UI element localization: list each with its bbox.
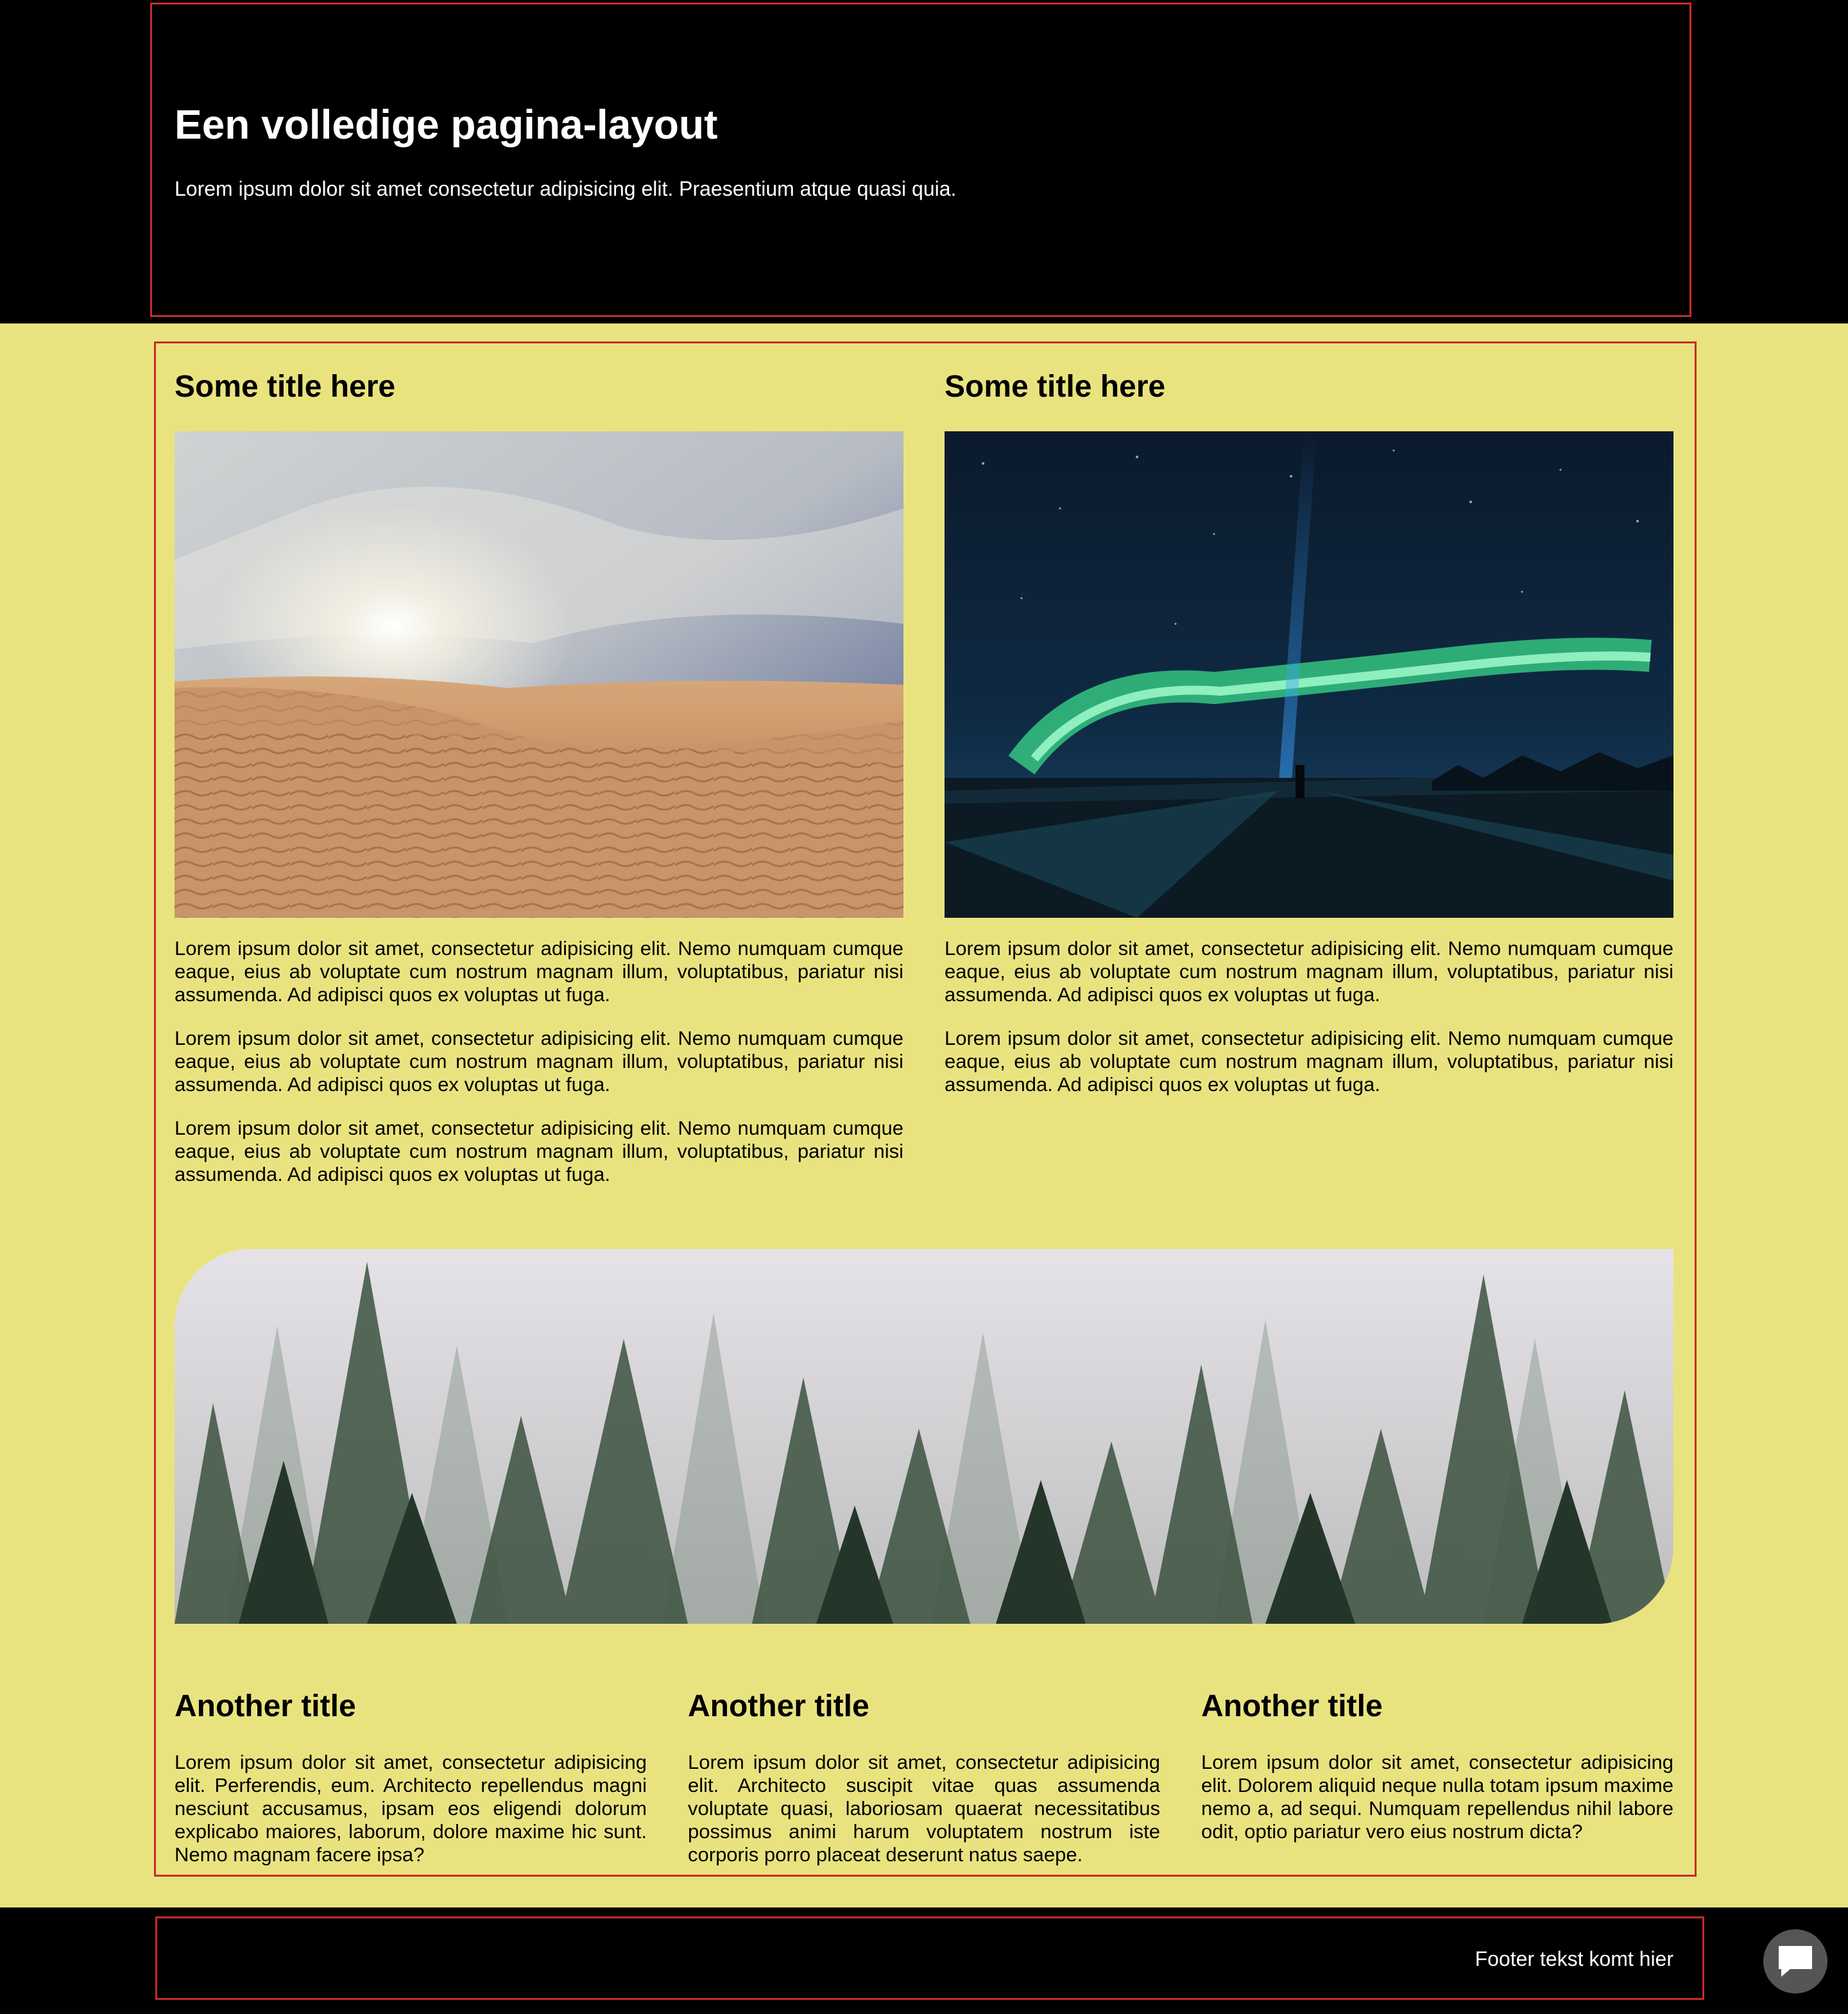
chat-bubble-icon — [1779, 1946, 1812, 1977]
card-title: Another title — [688, 1689, 869, 1723]
page-subtitle: Lorem ipsum dolor sit amet consectetur a… — [175, 177, 957, 200]
header-outline — [150, 3, 1691, 317]
page-header: Een volledige pagina-layout Lorem ipsum … — [0, 0, 1848, 323]
aurora-night-photo — [945, 431, 1673, 918]
card-title: Another title — [175, 1689, 356, 1723]
column-title: Some title here — [945, 370, 1166, 404]
column-paragraph: Lorem ipsum dolor sit amet, consectetur … — [175, 1027, 903, 1096]
page-title: Een volledige pagina-layout — [175, 101, 718, 148]
footer-outline — [155, 1916, 1704, 2000]
card-title: Another title — [1201, 1689, 1383, 1723]
column-title: Some title here — [175, 370, 396, 404]
card-text: Lorem ipsum dolor sit amet, consectetur … — [1201, 1751, 1673, 1843]
misty-forest-photo — [175, 1249, 1673, 1624]
column-paragraph: Lorem ipsum dolor sit amet, consectetur … — [175, 1117, 903, 1185]
desert-dunes-photo — [175, 431, 903, 918]
column-paragraph: Lorem ipsum dolor sit amet, consectetur … — [175, 937, 903, 1006]
chat-button[interactable] — [1763, 1929, 1827, 1993]
column-paragraph: Lorem ipsum dolor sit amet, consectetur … — [945, 937, 1673, 1006]
column-paragraph: Lorem ipsum dolor sit amet, consectetur … — [945, 1027, 1673, 1096]
card-text: Lorem ipsum dolor sit amet, consectetur … — [175, 1751, 647, 1866]
page-footer: Footer tekst komt hier — [0, 1907, 1848, 2014]
card-text: Lorem ipsum dolor sit amet, consectetur … — [688, 1751, 1160, 1866]
footer-text: Footer tekst komt hier — [1475, 1947, 1673, 1970]
